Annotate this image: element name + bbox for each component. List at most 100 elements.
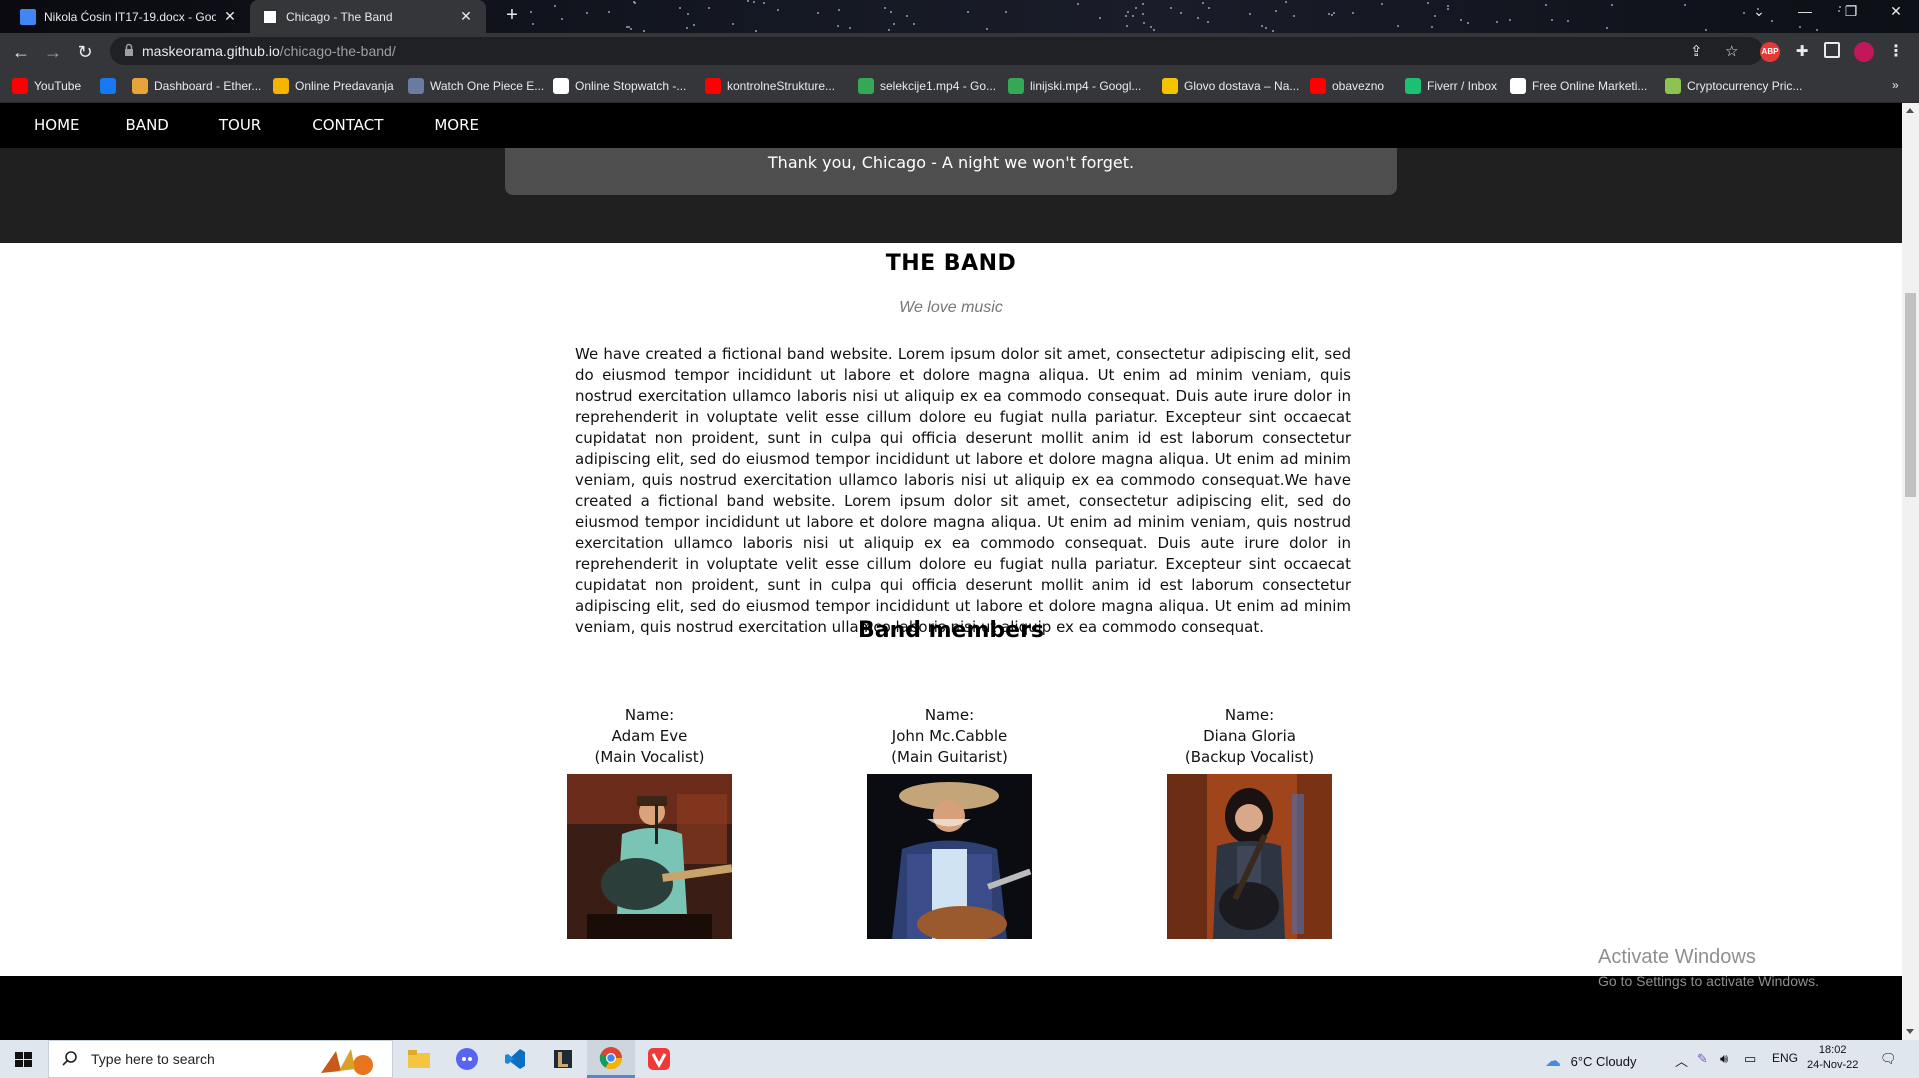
member-name-label: Name: [924, 706, 975, 724]
theme-star [1799, 25, 1802, 28]
bookmark-item[interactable]: Online Stopwatch -... [553, 78, 686, 94]
bookmark-item[interactable]: Dashboard - Ether... [132, 78, 261, 94]
windows-start-icon[interactable] [0, 1040, 48, 1078]
scroll-down-icon[interactable] [1906, 1029, 1914, 1034]
pen-icon[interactable]: ✎ [1697, 1051, 1708, 1067]
league-client-icon[interactable] [539, 1040, 587, 1078]
scroll-up-icon[interactable] [1906, 108, 1914, 113]
nav-contact[interactable]: CONTACT [278, 103, 400, 148]
bookmark-item[interactable]: Cryptocurrency Pric... [1665, 78, 1802, 94]
scrollbar-thumb[interactable] [1905, 293, 1916, 497]
bookmark-label: Cryptocurrency Pric... [1687, 79, 1803, 93]
theme-star [1076, 3, 1079, 6]
language-indicator[interactable]: ENG [1772, 1051, 1798, 1065]
close-window-button[interactable]: ✕ [1873, 3, 1919, 20]
nav-tour[interactable]: TOUR [186, 103, 278, 148]
close-tab-icon[interactable]: ✕ [222, 8, 238, 25]
adblock-icon[interactable]: ABP [1760, 42, 1780, 62]
bookmark-label: selekcije1.mp4 - Go... [880, 79, 997, 93]
bookmark-item[interactable]: linijski.mp4 - Googl... [1008, 78, 1141, 94]
member-card-john: Name: John Mc.Cabble (Main Guitarist) [867, 705, 1032, 939]
bookmark-item[interactable]: Fiverr / Inbox [1405, 78, 1497, 94]
new-tab-button[interactable]: + [500, 4, 524, 27]
theme-star [763, 1, 766, 4]
page-scrollbar[interactable] [1902, 103, 1919, 1040]
member-name-label: Name: [624, 706, 675, 724]
bookmark-label: Online Stopwatch -... [575, 79, 687, 93]
theme-star [1330, 14, 1333, 17]
bookmark-item[interactable]: kontrolneStrukture... [705, 78, 835, 94]
nav-band[interactable]: BAND [97, 103, 186, 148]
bookmark-favicon-icon [273, 78, 289, 94]
bookmark-item[interactable]: Free Online Marketi... [1510, 78, 1647, 94]
menu-icon[interactable]: ⋮ [1886, 42, 1906, 62]
bookmark-favicon-icon [1162, 78, 1178, 94]
address-bar[interactable]: maskeorama.github.io/chicago-the-band/ ⇪… [110, 37, 1763, 65]
theme-star [685, 26, 688, 29]
theme-star [1427, 2, 1430, 5]
theme-star [560, 18, 563, 20]
reload-icon[interactable]: ↻ [72, 39, 98, 65]
bookmark-item[interactable] [100, 78, 122, 94]
theme-star [1124, 14, 1127, 17]
minimize-button[interactable]: — [1782, 3, 1828, 19]
vscode-icon[interactable] [491, 1040, 539, 1078]
theme-star [634, 2, 637, 5]
bookmark-item[interactable]: selekcije1.mp4 - Go... [858, 78, 996, 94]
weather-widget[interactable]: ☁ 6°C Cloudy [1545, 1051, 1637, 1071]
lock-icon [125, 43, 133, 56]
network-icon[interactable]: ▭ [1744, 1051, 1756, 1067]
theme-star [553, 4, 556, 7]
theme-star [1149, 26, 1152, 29]
theme-star [1248, 12, 1251, 15]
clock[interactable]: 18:02 24-Nov-22 [1807, 1043, 1858, 1073]
theme-star [1125, 25, 1128, 28]
theme-star [893, 22, 896, 25]
theme-star [986, 27, 989, 30]
theme-star [1770, 20, 1773, 23]
profile-avatar[interactable] [1854, 42, 1874, 62]
chrome-icon[interactable] [587, 1040, 635, 1078]
nav-more[interactable]: MORE [400, 103, 496, 148]
member-card-diana: Name: Diana Gloria (Backup Vocalist) [1167, 705, 1332, 939]
vivaldi-icon[interactable] [635, 1040, 683, 1078]
bookmark-label: Watch One Piece E... [430, 79, 545, 93]
theme-star [849, 26, 852, 29]
bookmark-favicon-icon [408, 78, 424, 94]
theme-star [1447, 4, 1450, 7]
member-name: Diana Gloria [1203, 727, 1296, 745]
share-icon[interactable]: ⇪ [1690, 42, 1703, 60]
bookmark-item[interactable]: YouTube [12, 78, 81, 94]
forward-icon[interactable]: → [40, 39, 66, 65]
notifications-icon[interactable]: 🗨︎ [1880, 1051, 1897, 1067]
theme-star [1142, 22, 1145, 25]
show-hidden-icons-icon[interactable]: ︿ [1675, 1051, 1688, 1070]
file-explorer-icon[interactable] [395, 1040, 443, 1078]
bookmarks-overflow-icon[interactable]: » [1892, 78, 1899, 92]
bookmark-item[interactable]: obavezno [1310, 78, 1384, 94]
tab-docs[interactable]: Nikola Ćosin IT17-19.docx - Goo ✕ [8, 0, 250, 33]
bookmark-item[interactable]: Glovo dostava – Na... [1162, 78, 1299, 94]
member-photo [1167, 774, 1332, 939]
cloud-icon: ☁ [1545, 1053, 1561, 1070]
theme-star [884, 7, 887, 10]
theme-star [1683, 4, 1686, 7]
discord-icon[interactable] [443, 1040, 491, 1078]
speaker-icon[interactable]: 🔊︎ [1720, 1051, 1728, 1067]
bookmark-star-icon[interactable]: ☆ [1725, 42, 1738, 60]
tab-chicago-band[interactable]: Chicago - The Band ✕ [250, 0, 486, 33]
url-text[interactable]: maskeorama.github.io/chicago-the-band/ [142, 43, 396, 59]
theme-star [1352, 12, 1355, 15]
extensions-icon[interactable]: ✚ [1792, 42, 1812, 62]
back-icon[interactable]: ← [8, 39, 34, 65]
bookmark-item[interactable]: Online Predavanja [273, 78, 394, 94]
bookmark-item[interactable]: Watch One Piece E... [408, 78, 544, 94]
side-panel-icon[interactable] [1824, 42, 1840, 58]
close-tab-icon[interactable]: ✕ [458, 8, 474, 25]
taskbar-search-box[interactable]: Type here to search [48, 1040, 393, 1078]
restore-button[interactable]: ❐ [1828, 3, 1874, 20]
theme-star [888, 28, 891, 31]
nav-home[interactable]: HOME [0, 103, 97, 148]
theme-star [966, 10, 969, 13]
theme-star [777, 9, 780, 12]
